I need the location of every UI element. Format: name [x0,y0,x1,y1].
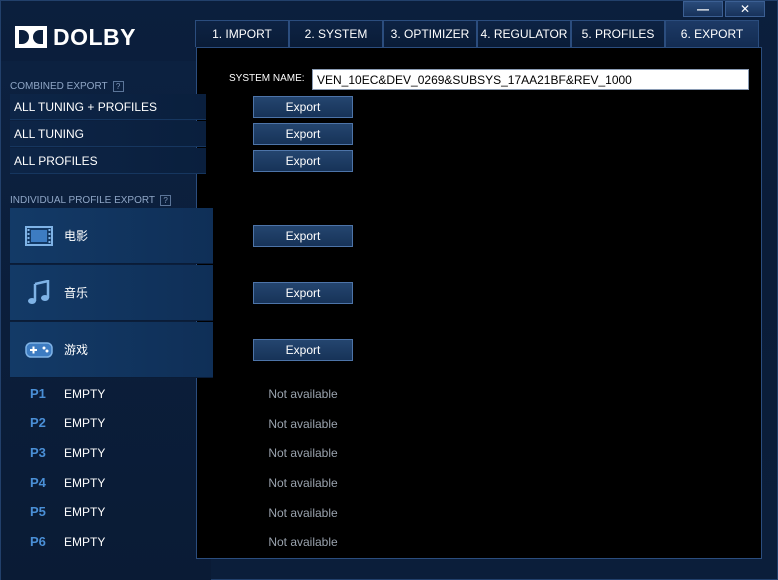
dolby-double-d-icon [15,26,47,48]
slot-number: P4 [30,475,46,490]
slot-number: P5 [30,504,46,519]
slot-row-p4: P4 EMPTY [10,468,213,497]
profile-row-music: 音乐 [10,265,213,321]
tab-system[interactable]: 2. SYSTEM [289,20,383,47]
export-movie-profile-button[interactable]: Export [253,225,353,247]
slot-status-p1: Not available [268,387,338,401]
combined-row-label: ALL TUNING [14,126,85,141]
slot-number: P1 [30,386,46,401]
help-icon[interactable]: ? [160,195,172,206]
dolby-app-window: DOLBY — ✕ 1. IMPORT 2. SYSTEM 3. OPTIMIZ… [0,0,778,580]
music-note-icon [24,279,54,306]
slot-label: EMPTY [64,475,106,490]
slot-label: EMPTY [64,386,106,401]
tab-regulator[interactable]: 4. REGULATOR [477,20,571,47]
combined-row-all-tuning-profiles: ALL TUNING + PROFILES [10,94,206,120]
export-all-profiles-button[interactable]: Export [253,150,353,172]
slot-label: EMPTY [64,534,106,549]
slot-label: EMPTY [64,445,106,460]
dolby-logo: DOLBY [15,23,136,50]
combined-row-all-profiles: ALL PROFILES [10,148,206,174]
export-all-tuning-profiles-button[interactable]: Export [253,96,353,118]
slot-status-p2: Not available [268,417,338,431]
tab-optimizer[interactable]: 3. OPTIMIZER [383,20,477,47]
slot-status-p6: Not available [268,535,338,549]
individual-export-title: INDIVIDUAL PROFILE EXPORT ? [10,195,172,206]
minimize-button[interactable]: — [683,1,723,17]
logo-text: DOLBY [53,23,136,50]
slot-status-p3: Not available [268,446,338,460]
help-icon[interactable]: ? [112,81,124,92]
slot-number: P2 [30,415,46,430]
combined-row-label: ALL PROFILES [14,153,98,168]
slot-row-p5: P5 EMPTY [10,497,213,526]
combined-row-all-tuning: ALL TUNING [10,121,206,147]
tab-import[interactable]: 1. IMPORT [195,20,289,47]
combined-row-label: ALL TUNING + PROFILES [14,99,158,114]
profile-label: 电影 [64,229,89,243]
slot-number: P3 [30,445,46,460]
combined-export-heading: COMBINED EXPORT [10,81,108,92]
export-all-tuning-button[interactable]: Export [253,123,353,145]
slot-number: P6 [30,534,46,549]
export-music-profile-button[interactable]: Export [253,282,353,304]
combined-export-title: COMBINED EXPORT ? [10,81,124,92]
system-name-input[interactable] [312,69,749,90]
individual-export-heading: INDIVIDUAL PROFILE EXPORT [10,195,156,206]
profile-label: 音乐 [64,286,89,300]
slot-label: EMPTY [64,415,106,430]
slot-row-p3: P3 EMPTY [10,438,213,467]
slot-label: EMPTY [64,504,106,519]
slot-row-p6: P6 EMPTY [10,527,213,556]
profile-row-game: 游戏 [10,322,213,378]
tab-bar: 1. IMPORT 2. SYSTEM 3. OPTIMIZER 4. REGU… [195,20,759,47]
profile-label: 游戏 [64,343,89,357]
tab-export[interactable]: 6. EXPORT [665,20,759,47]
slot-row-p1: P1 EMPTY [10,379,213,408]
tab-profiles[interactable]: 5. PROFILES [571,20,665,47]
close-button[interactable]: ✕ [725,1,765,17]
profile-row-movie: 电影 [10,208,213,264]
window-controls: — ✕ [683,1,765,17]
slot-row-p2: P2 EMPTY [10,408,213,437]
slot-status-p5: Not available [268,506,338,520]
gamepad-icon [24,337,54,363]
export-game-profile-button[interactable]: Export [253,339,353,361]
film-icon [24,223,54,249]
system-name-label: SYSTEM NAME: [229,73,305,84]
slot-status-p4: Not available [268,476,338,490]
